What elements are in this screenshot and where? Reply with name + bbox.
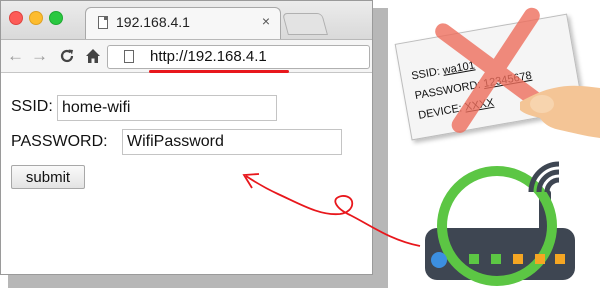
router-port-green-1: [469, 254, 479, 264]
router-port-orange-2: [535, 254, 545, 264]
router-icon: [425, 166, 575, 286]
router-port-orange-1: [513, 254, 523, 264]
router-port-blue: [431, 252, 447, 268]
hand-pointer-icon: [520, 85, 600, 138]
router-port-orange-3: [555, 254, 565, 264]
wifi-signal-icon: [528, 161, 560, 193]
router-port-green-2: [491, 254, 501, 264]
